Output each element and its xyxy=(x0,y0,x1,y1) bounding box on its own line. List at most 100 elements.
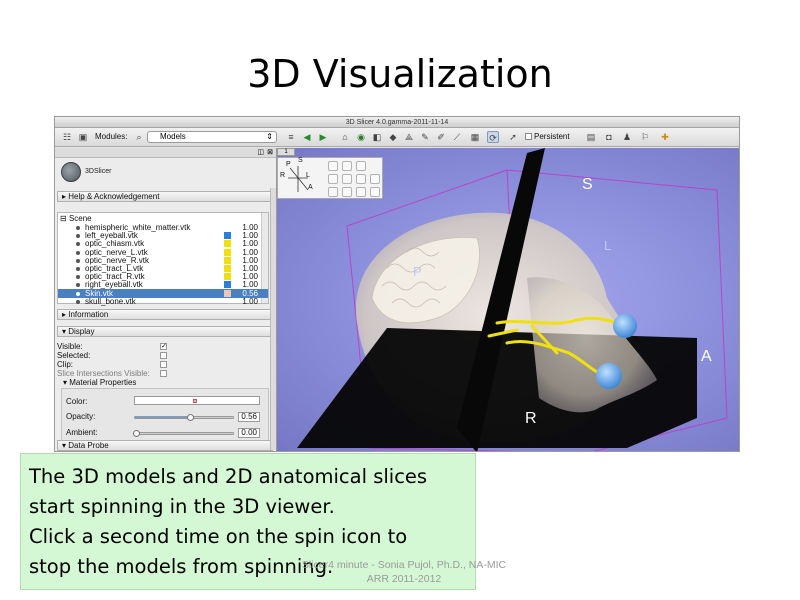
3d-viewer[interactable]: 1 P S R L A S R A L P xyxy=(277,148,739,451)
ambient-slider-handle[interactable] xyxy=(133,430,140,437)
slicer-window: 3D Slicer 4.0.gamma-2011-11-14 ☷ ▣ Modul… xyxy=(54,116,740,452)
information-section-header[interactable]: ▸ Information xyxy=(57,309,273,320)
panel-header: ◫ ⊠ xyxy=(55,148,276,158)
crosshair-icon[interactable]: ✚ xyxy=(659,131,671,143)
eye-icon[interactable] xyxy=(76,291,80,296)
view-tab[interactable]: 1 xyxy=(277,148,295,156)
eye-icon[interactable] xyxy=(76,226,80,230)
persistent-label: Persistent xyxy=(534,132,570,141)
data-probe-section-header[interactable]: ▾ Data Probe xyxy=(57,440,273,451)
scene-node[interactable]: ⊟ Scene xyxy=(60,214,92,223)
slice-intersections-checkbox[interactable] xyxy=(160,370,167,377)
clip-checkbox[interactable] xyxy=(160,361,167,368)
capture-icon[interactable]: ◘ xyxy=(603,131,615,143)
axis-label-a: A xyxy=(701,348,712,365)
persistent-checkbox[interactable] xyxy=(525,133,532,141)
persistent-toggle[interactable]: Persistent xyxy=(525,130,570,144)
fit-button[interactable] xyxy=(342,187,352,197)
center-view-button[interactable] xyxy=(328,161,338,171)
home-icon[interactable]: ⌂ xyxy=(339,131,351,143)
tree-item-opacity[interactable]: 1.00 xyxy=(242,297,258,306)
layout-icon[interactable]: ▦ xyxy=(469,131,481,143)
editor-icon[interactable]: ✎ xyxy=(419,131,431,143)
axes-button[interactable] xyxy=(356,187,366,197)
rock-button[interactable] xyxy=(356,174,366,184)
eye-icon[interactable] xyxy=(76,283,80,288)
color-swatch[interactable] xyxy=(224,289,231,297)
visible-checkbox[interactable]: ✓ xyxy=(160,343,167,350)
footer-line: Slicer4 minute - Sonia Pujol, Ph.D., NA-… xyxy=(301,559,507,571)
eye-icon[interactable] xyxy=(76,250,80,255)
mouse-mode-icon[interactable]: ➚ xyxy=(507,131,519,143)
module-history-icon[interactable]: ≡ xyxy=(285,131,297,143)
visibility-button[interactable] xyxy=(328,187,338,197)
module-panel: ◫ ⊠ 3DSlicer ▸ Help & Acknowledgement ⊟ … xyxy=(55,148,277,451)
annotation-icon[interactable]: ✐ xyxy=(435,131,447,143)
volumes-icon[interactable]: ◧ xyxy=(371,131,383,143)
ambient-label: Ambient: xyxy=(66,428,98,437)
data-icon[interactable]: ◉ xyxy=(355,131,367,143)
cluster-icon[interactable]: ⚐ xyxy=(639,131,651,143)
eye-icon[interactable] xyxy=(76,275,80,280)
slice-intersections-label: Slice Intersections Visible: xyxy=(57,369,150,378)
material-properties-header[interactable]: ▾ Material Properties xyxy=(63,378,136,387)
eye-icon[interactable] xyxy=(76,242,80,247)
color-label: Color: xyxy=(66,397,88,406)
color-picker[interactable] xyxy=(134,396,260,405)
scene-view-icon[interactable]: ♟ xyxy=(621,131,633,143)
panel-close-icon[interactable]: ⊠ xyxy=(267,148,273,156)
callout-line: start spinning in the 3D viewer. xyxy=(29,495,335,518)
opacity-spinbox[interactable]: 0.56 xyxy=(238,412,260,422)
models-icon[interactable]: ◆ xyxy=(387,131,399,143)
callout-line: The 3D models and 2D anatomical slices xyxy=(29,465,428,488)
color-row: Color: xyxy=(66,396,266,409)
help-section-header[interactable]: ▸ Help & Acknowledgement xyxy=(57,191,273,202)
zoom-out-button[interactable] xyxy=(342,174,352,184)
color-swatch[interactable] xyxy=(224,240,231,248)
background-button[interactable] xyxy=(370,187,380,197)
orientation-cross-icon[interactable] xyxy=(278,158,318,200)
display-section-header[interactable]: ▾ Display xyxy=(57,326,273,337)
eye-icon[interactable] xyxy=(76,267,80,271)
color-swatch[interactable] xyxy=(224,281,231,289)
forward-icon[interactable]: ▶ xyxy=(317,131,329,143)
color-swatch[interactable] xyxy=(224,248,231,256)
panel-float-icon[interactable]: ◫ xyxy=(257,148,264,156)
back-icon[interactable]: ◀ xyxy=(301,131,313,143)
visible-label: Visible: xyxy=(57,342,83,351)
box-toggle-button[interactable] xyxy=(328,174,338,184)
color-swatch[interactable] xyxy=(224,232,231,240)
color-swatch[interactable] xyxy=(224,256,231,264)
module-selector[interactable]: Models ⇕ xyxy=(147,131,277,143)
axis-label-l: L xyxy=(604,238,612,253)
axis-label-r: R xyxy=(525,410,537,427)
opacity-slider[interactable] xyxy=(134,414,234,421)
eye-icon[interactable] xyxy=(76,258,80,263)
color-swatch xyxy=(193,399,197,403)
module-search-icon[interactable]: ⌕ xyxy=(133,131,145,143)
ambient-spinbox[interactable]: 0.00 xyxy=(238,428,260,438)
color-swatch[interactable] xyxy=(224,273,231,281)
selected-checkbox[interactable] xyxy=(160,352,167,359)
ambient-slider[interactable] xyxy=(133,430,234,437)
panel-scrollbar[interactable] xyxy=(270,188,276,450)
color-swatch[interactable] xyxy=(224,265,231,272)
eye-icon[interactable] xyxy=(76,234,80,239)
view-controller: P S R L A xyxy=(277,157,383,199)
material-properties-label: Material Properties xyxy=(69,378,137,387)
transforms-icon[interactable]: ⟁ xyxy=(403,131,415,143)
models-tree[interactable]: ⊟ Scene hemispheric_white_matter.vtk 1.00… xyxy=(57,212,269,306)
eye-icon[interactable] xyxy=(76,299,80,304)
spin-icon[interactable]: ⟳ xyxy=(487,131,499,143)
screenshot-icon[interactable]: ▤ xyxy=(585,131,597,143)
pitch-button[interactable] xyxy=(356,161,366,171)
zoom-in-button[interactable] xyxy=(342,161,352,171)
chevron-down-icon: ⇕ xyxy=(266,132,273,141)
stereo-button[interactable] xyxy=(370,174,380,184)
selected-row: Selected: xyxy=(57,351,177,360)
opacity-slider-handle[interactable] xyxy=(187,414,194,421)
tree-item[interactable]: skull_bone.vtk 1.00 xyxy=(58,297,268,306)
save-icon[interactable]: ▣ xyxy=(77,131,89,143)
load-data-icon[interactable]: ☷ xyxy=(61,131,73,143)
ruler-icon[interactable]: ⟋ xyxy=(451,131,463,143)
